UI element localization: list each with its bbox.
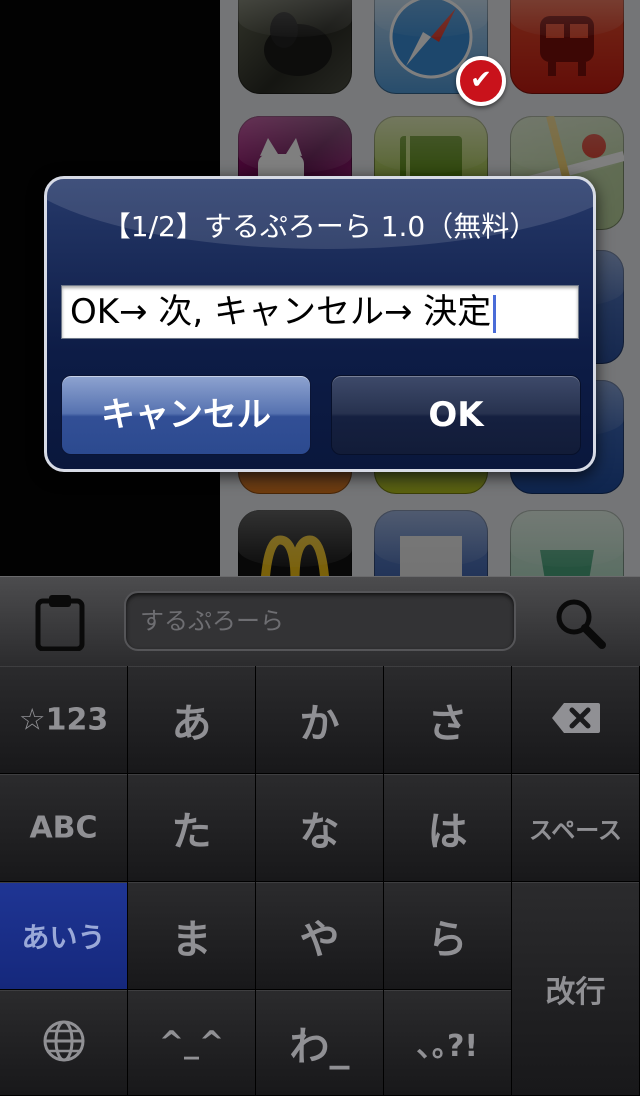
key-punctuation[interactable]: ､｡?! [384,990,512,1096]
key-ka[interactable]: か [256,666,384,774]
key-symbols-mode[interactable]: ☆123 [0,666,128,774]
key-sa[interactable]: さ [384,666,512,774]
key-sa-label: さ [427,700,468,747]
kana-keyboard: ☆123 あ か さ ABC た な は スペース あいう ま や ら 改行 ^… [0,666,640,1096]
key-symbols-mode-label: ☆123 [18,702,109,737]
key-emoticon-label: ^_^ [158,1025,225,1060]
badge-check: ✔ [456,56,506,106]
key-na-label: な [299,808,340,855]
key-wa-label: わ_ [289,1023,350,1070]
key-punctuation-label: ､｡?! [416,1028,479,1064]
clipboard-icon[interactable] [34,593,86,652]
key-ya[interactable]: や [256,882,384,990]
cancel-button[interactable]: キャンセル [61,375,311,455]
key-a[interactable]: あ [128,666,256,774]
delete-key[interactable] [512,666,640,774]
return-key-label: 改行 [545,974,606,1010]
search-input[interactable]: するぷろーら [124,591,516,651]
alert-field-text: OK→ 次, キャンセル→ 決定 [70,292,492,332]
return-key[interactable]: 改行 [512,882,640,1096]
key-ha[interactable]: は [384,774,512,882]
alert-title: 【1/2】するぷろーら 1.0（無料） [102,210,538,243]
text-caret [493,294,497,333]
key-ka-label: か [299,700,340,747]
alert-text-field[interactable]: OK→ 次, キャンセル→ 決定 [61,285,579,339]
search-icon[interactable] [552,595,608,651]
key-abc-mode[interactable]: ABC [0,774,128,882]
search-bar: するぷろーら [0,576,640,667]
alert-dialog: 【1/2】するぷろーら 1.0（無料） OK→ 次, キャンセル→ 決定 キャン… [44,176,596,472]
key-ya-label: や [299,916,340,963]
space-key[interactable]: スペース [512,774,640,882]
key-a-label: あ [171,700,212,747]
key-kana-mode-label: あいう [21,920,106,954]
globe-icon [0,1019,127,1067]
key-ta[interactable]: た [128,774,256,882]
key-ra[interactable]: ら [384,882,512,990]
key-ma[interactable]: ま [128,882,256,990]
key-ma-label: ま [171,916,212,963]
delete-icon [512,701,639,739]
key-na[interactable]: な [256,774,384,882]
key-wa[interactable]: わ_ [256,990,384,1096]
key-ra-label: ら [427,916,468,963]
globe-key[interactable] [0,990,128,1096]
key-abc-mode-label: ABC [29,810,98,845]
key-ha-label: は [427,808,468,855]
key-kana-mode[interactable]: あいう [0,882,128,990]
space-key-label: スペース [528,816,623,844]
key-emoticon[interactable]: ^_^ [128,990,256,1096]
ok-button[interactable]: OK [331,375,581,455]
key-ta-label: た [171,808,212,855]
